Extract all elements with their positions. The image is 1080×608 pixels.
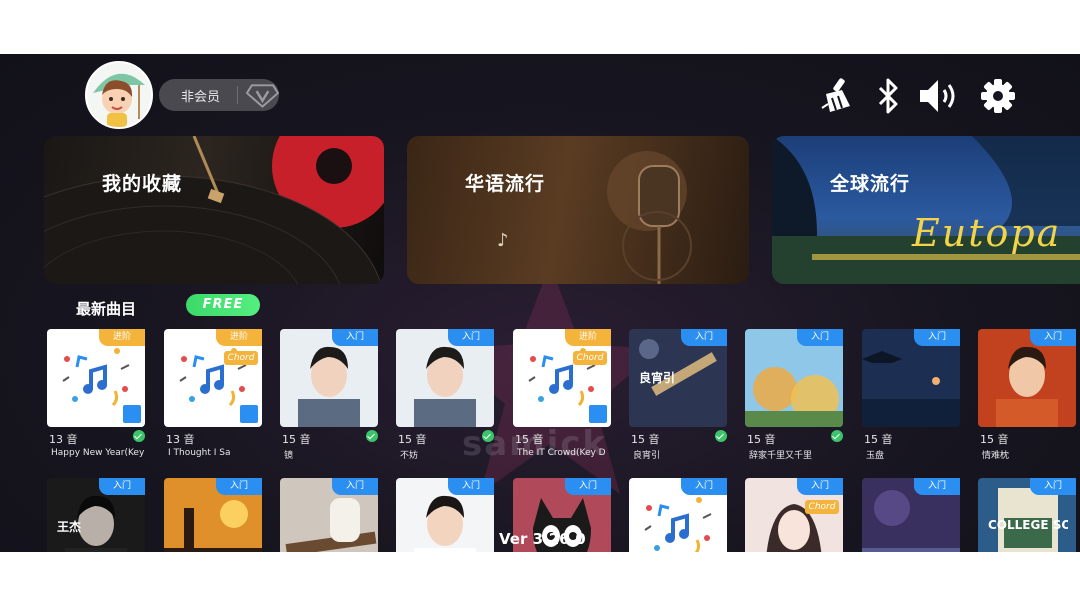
chord-badge: Chord: [224, 351, 258, 365]
completed-check-icon: [831, 430, 843, 442]
cover-text: COLLEGE SONG OF THE PRAIRIE: [988, 518, 1068, 532]
song-card[interactable]: 王杰 入门: [47, 478, 145, 552]
level-tag: 入门: [216, 478, 262, 495]
category-global-pop[interactable]: 全球流行 Eutopa: [772, 136, 1080, 284]
chord-badge: Chord: [805, 500, 839, 514]
membership-pill[interactable]: 非会员: [159, 79, 279, 111]
category-favorites[interactable]: 我的收藏: [44, 136, 384, 284]
song-title: 情难枕: [982, 451, 1010, 461]
vip-diamond-icon[interactable]: [246, 81, 279, 109]
song-card[interactable]: COLLEGE SONG OF THE PRAIRIE 入门: [978, 478, 1076, 552]
song-card[interactable]: 进阶 13 音 Happy New Year(Key: [47, 329, 145, 464]
level-tag: 入门: [681, 329, 727, 346]
vinyl-record-art: [44, 136, 384, 284]
note-count: 13 音: [166, 433, 195, 446]
song-title: The IT Crowd(Key D: [517, 448, 606, 458]
song-card[interactable]: 良宵引 入门 15 音良宵引: [629, 329, 727, 464]
level-tag: 入门: [332, 329, 378, 346]
bluetooth-icon[interactable]: [876, 76, 900, 116]
note-count: 15 音: [980, 433, 1009, 446]
completed-check-icon: [715, 430, 727, 442]
song-card[interactable]: 入门: [862, 478, 960, 552]
song-card[interactable]: 入门 15 音辞家千里又千里: [745, 329, 843, 464]
level-tag: 入门: [797, 478, 843, 495]
speaker-volume-icon[interactable]: [918, 76, 962, 116]
broom-clean-icon[interactable]: [820, 76, 858, 116]
category-chinese-pop[interactable]: ♪ 华语流行: [407, 136, 749, 284]
level-tag: 进阶: [99, 329, 145, 346]
category-title: 华语流行: [465, 173, 546, 195]
level-tag: 入门: [914, 329, 960, 346]
level-tag: 入门: [1030, 478, 1076, 495]
level-tag: 入门: [1030, 329, 1076, 346]
song-card[interactable]: Chord 进阶 13 音 I Thought I Sa: [164, 329, 262, 464]
level-tag: 入门: [448, 329, 494, 346]
completed-check-icon: [482, 430, 494, 442]
note-count: 15 音: [631, 433, 660, 446]
note-count: 15 音: [747, 433, 776, 446]
pill-divider: [237, 86, 239, 104]
free-badge[interactable]: FREE: [186, 294, 260, 316]
level-tag: 入门: [797, 329, 843, 346]
song-title: Happy New Year(Key: [51, 448, 145, 458]
note-count: 15 音: [398, 433, 427, 446]
level-tag: 进阶: [216, 329, 262, 346]
level-tag: 入门: [332, 478, 378, 495]
song-card[interactable]: 入门 15 音不妨: [396, 329, 494, 464]
song-card[interactable]: Chord 入门: [745, 478, 843, 552]
level-tag: 入门: [448, 478, 494, 495]
svg-text:♪: ♪: [497, 230, 509, 251]
latest-tracks-title: 最新曲目: [76, 300, 137, 318]
song-card[interactable]: 入门: [164, 478, 262, 552]
gear-icon[interactable]: [980, 76, 1016, 116]
level-tag: 入门: [565, 478, 611, 495]
level-tag: 入门: [681, 478, 727, 495]
note-count: 15 音: [282, 433, 311, 446]
song-card[interactable]: 入门: [629, 478, 727, 552]
note-count: 13 音: [49, 433, 78, 446]
avatar[interactable]: [85, 61, 153, 129]
song-card[interactable]: 入门 15 音镜: [280, 329, 378, 464]
song-title: I Thought I Sa: [168, 448, 231, 458]
song-card[interactable]: 入门 15 音玉盘: [862, 329, 960, 464]
category-title: 全球流行: [830, 173, 911, 195]
completed-check-icon: [133, 430, 145, 442]
song-card[interactable]: Chord 进阶 15 音 The IT Crowd(Key D: [513, 329, 611, 464]
chord-badge: Chord: [573, 351, 607, 365]
song-title: 辞家千里又千里: [749, 451, 813, 461]
category-title: 我的收藏: [102, 173, 183, 195]
cartoon-avatar-icon: [93, 73, 145, 127]
night-lake-art: [772, 136, 1080, 284]
cover-text: 良宵引: [639, 371, 676, 385]
song-card[interactable]: 入门: [280, 478, 378, 552]
note-count: 15 音: [864, 433, 893, 446]
app-screen: samick 非会员 我的收藏 ♪ 华语流行 全球流行 Eutopa 最新曲目 …: [0, 54, 1080, 552]
completed-check-icon: [366, 430, 378, 442]
level-tag: 入门: [99, 478, 145, 495]
song-title: 镜: [284, 451, 294, 461]
song-title: 不妨: [400, 451, 419, 461]
level-tag: 进阶: [565, 329, 611, 346]
cover-text: 王杰: [57, 520, 82, 534]
level-tag: 入门: [914, 478, 960, 495]
membership-status: 非会员: [181, 89, 221, 105]
song-title: 玉盘: [866, 451, 885, 461]
version-label: Ver 3.26.0: [499, 530, 586, 548]
song-card[interactable]: 入门 15 音情难枕: [978, 329, 1076, 464]
studio-microphone-art: ♪: [497, 151, 692, 284]
song-title: 良宵引: [633, 451, 661, 461]
song-card[interactable]: 入门: [396, 478, 494, 552]
note-count: 15 音: [515, 433, 544, 446]
banner-script-text: Eutopa: [912, 211, 1062, 255]
